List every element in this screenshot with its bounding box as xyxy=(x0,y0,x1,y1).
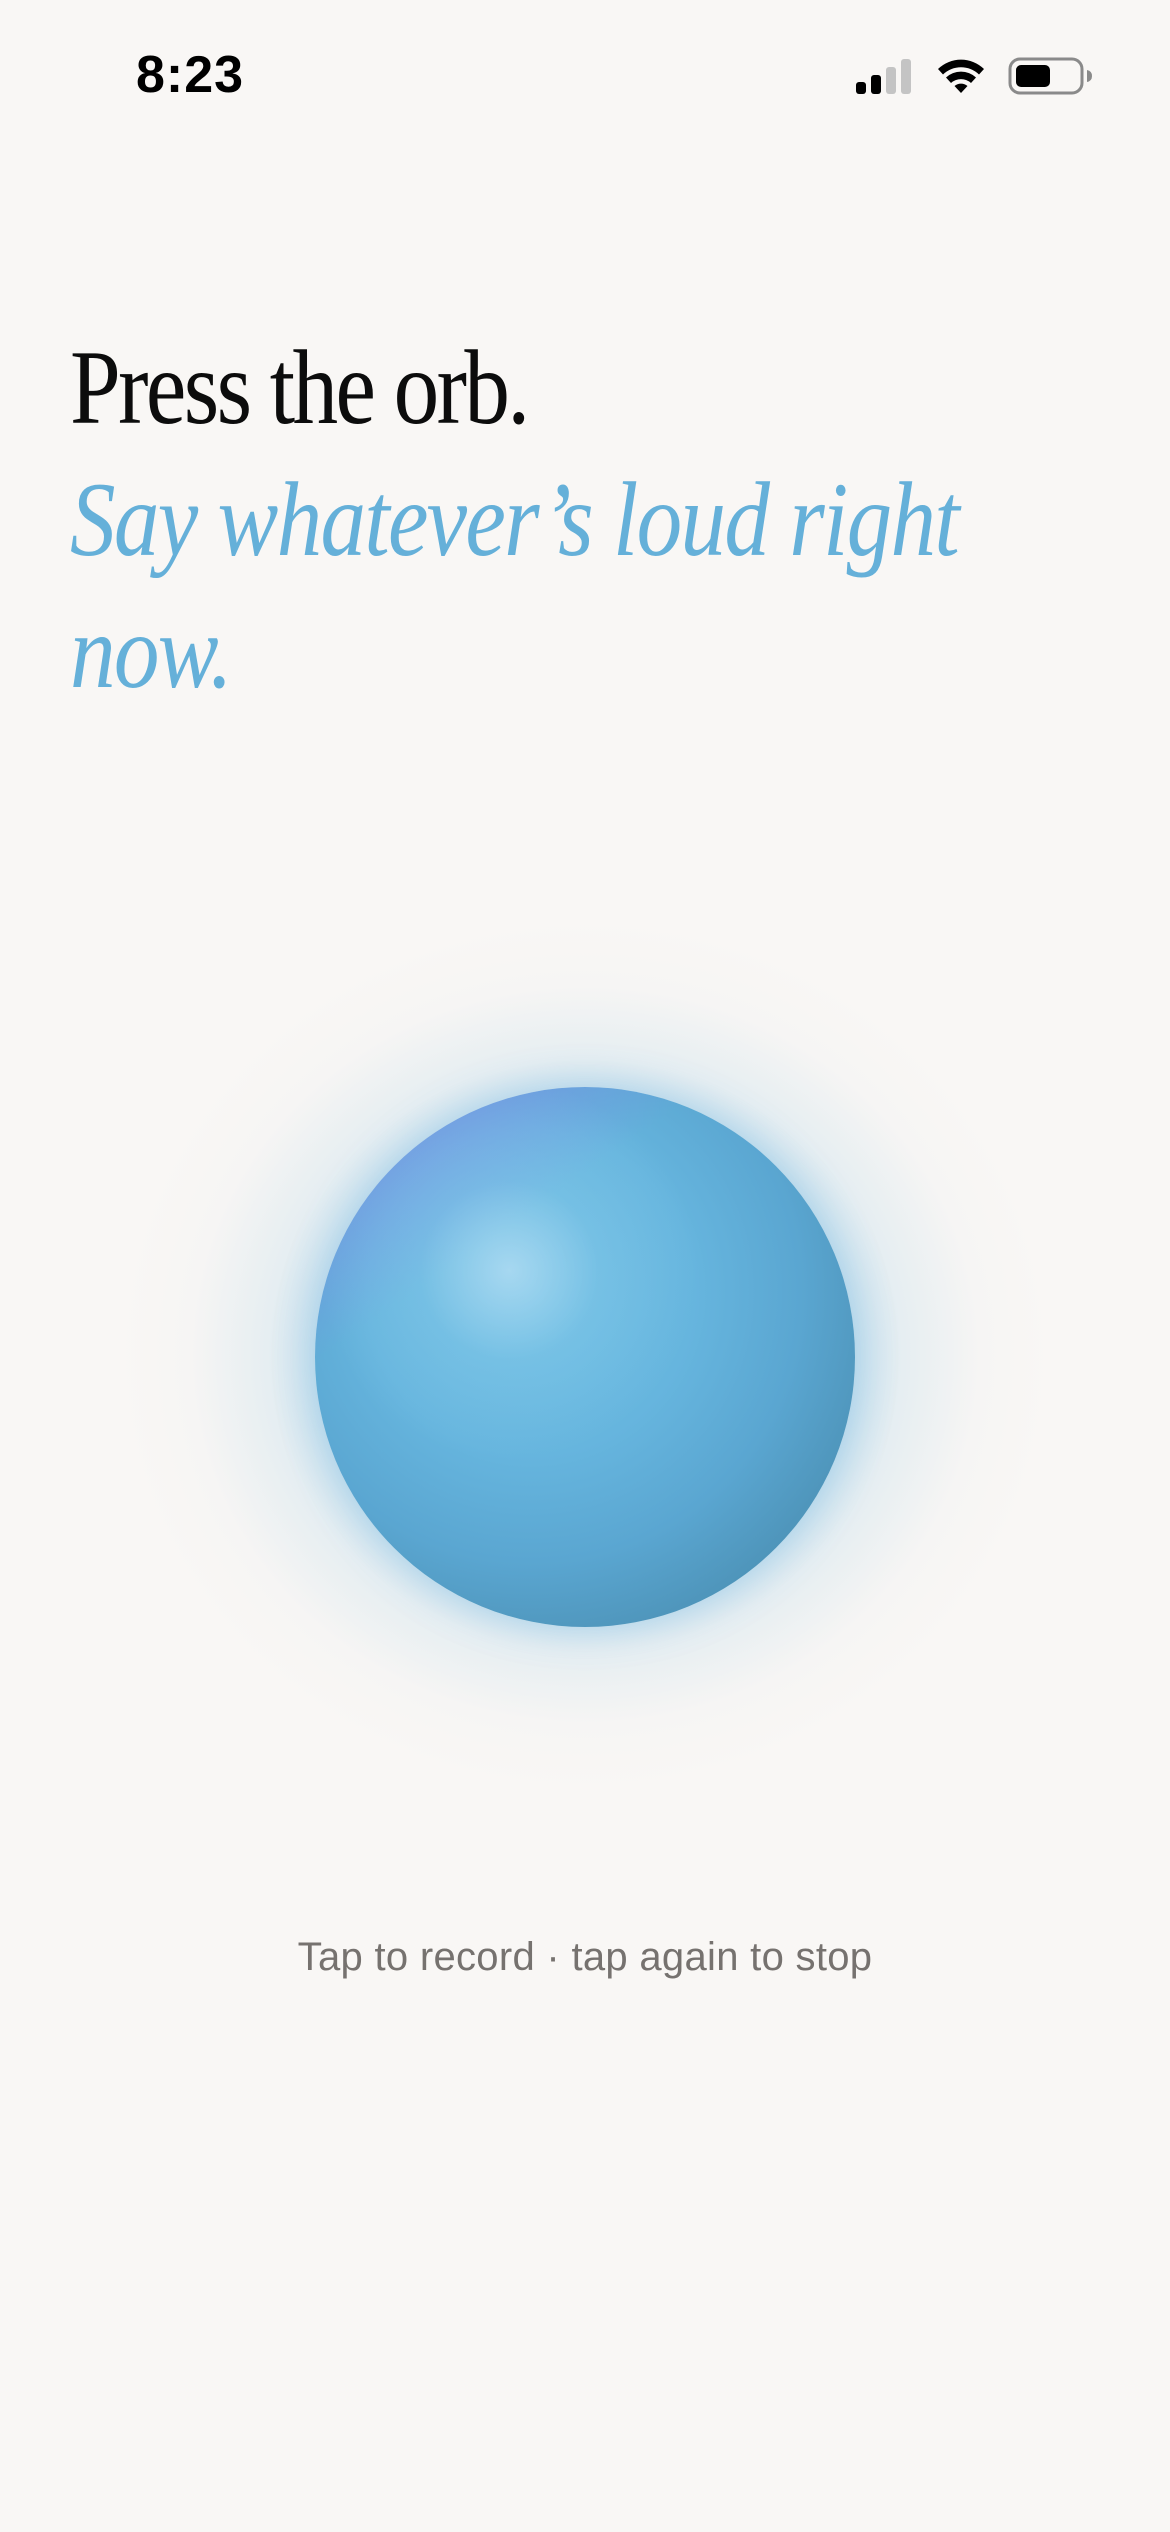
cellular-signal-icon xyxy=(856,59,911,94)
battery-icon xyxy=(1008,57,1092,95)
record-orb-button[interactable] xyxy=(315,1087,855,1627)
heading-primary-line: Press the orb. xyxy=(70,329,530,446)
record-hint: Tap to record · tap again to stop xyxy=(297,1935,873,1979)
wifi-icon xyxy=(938,59,984,93)
status-bar: 8:23 xyxy=(0,0,1170,150)
heading-accent-line: Say whatever’s loud right now. xyxy=(70,461,960,710)
status-time: 8:23 xyxy=(136,46,245,104)
screen: 8:23 Press the orb. Say whatever’s loud … xyxy=(0,0,1170,2532)
page-heading: Press the orb. Say whatever’s loud right… xyxy=(70,322,1110,718)
